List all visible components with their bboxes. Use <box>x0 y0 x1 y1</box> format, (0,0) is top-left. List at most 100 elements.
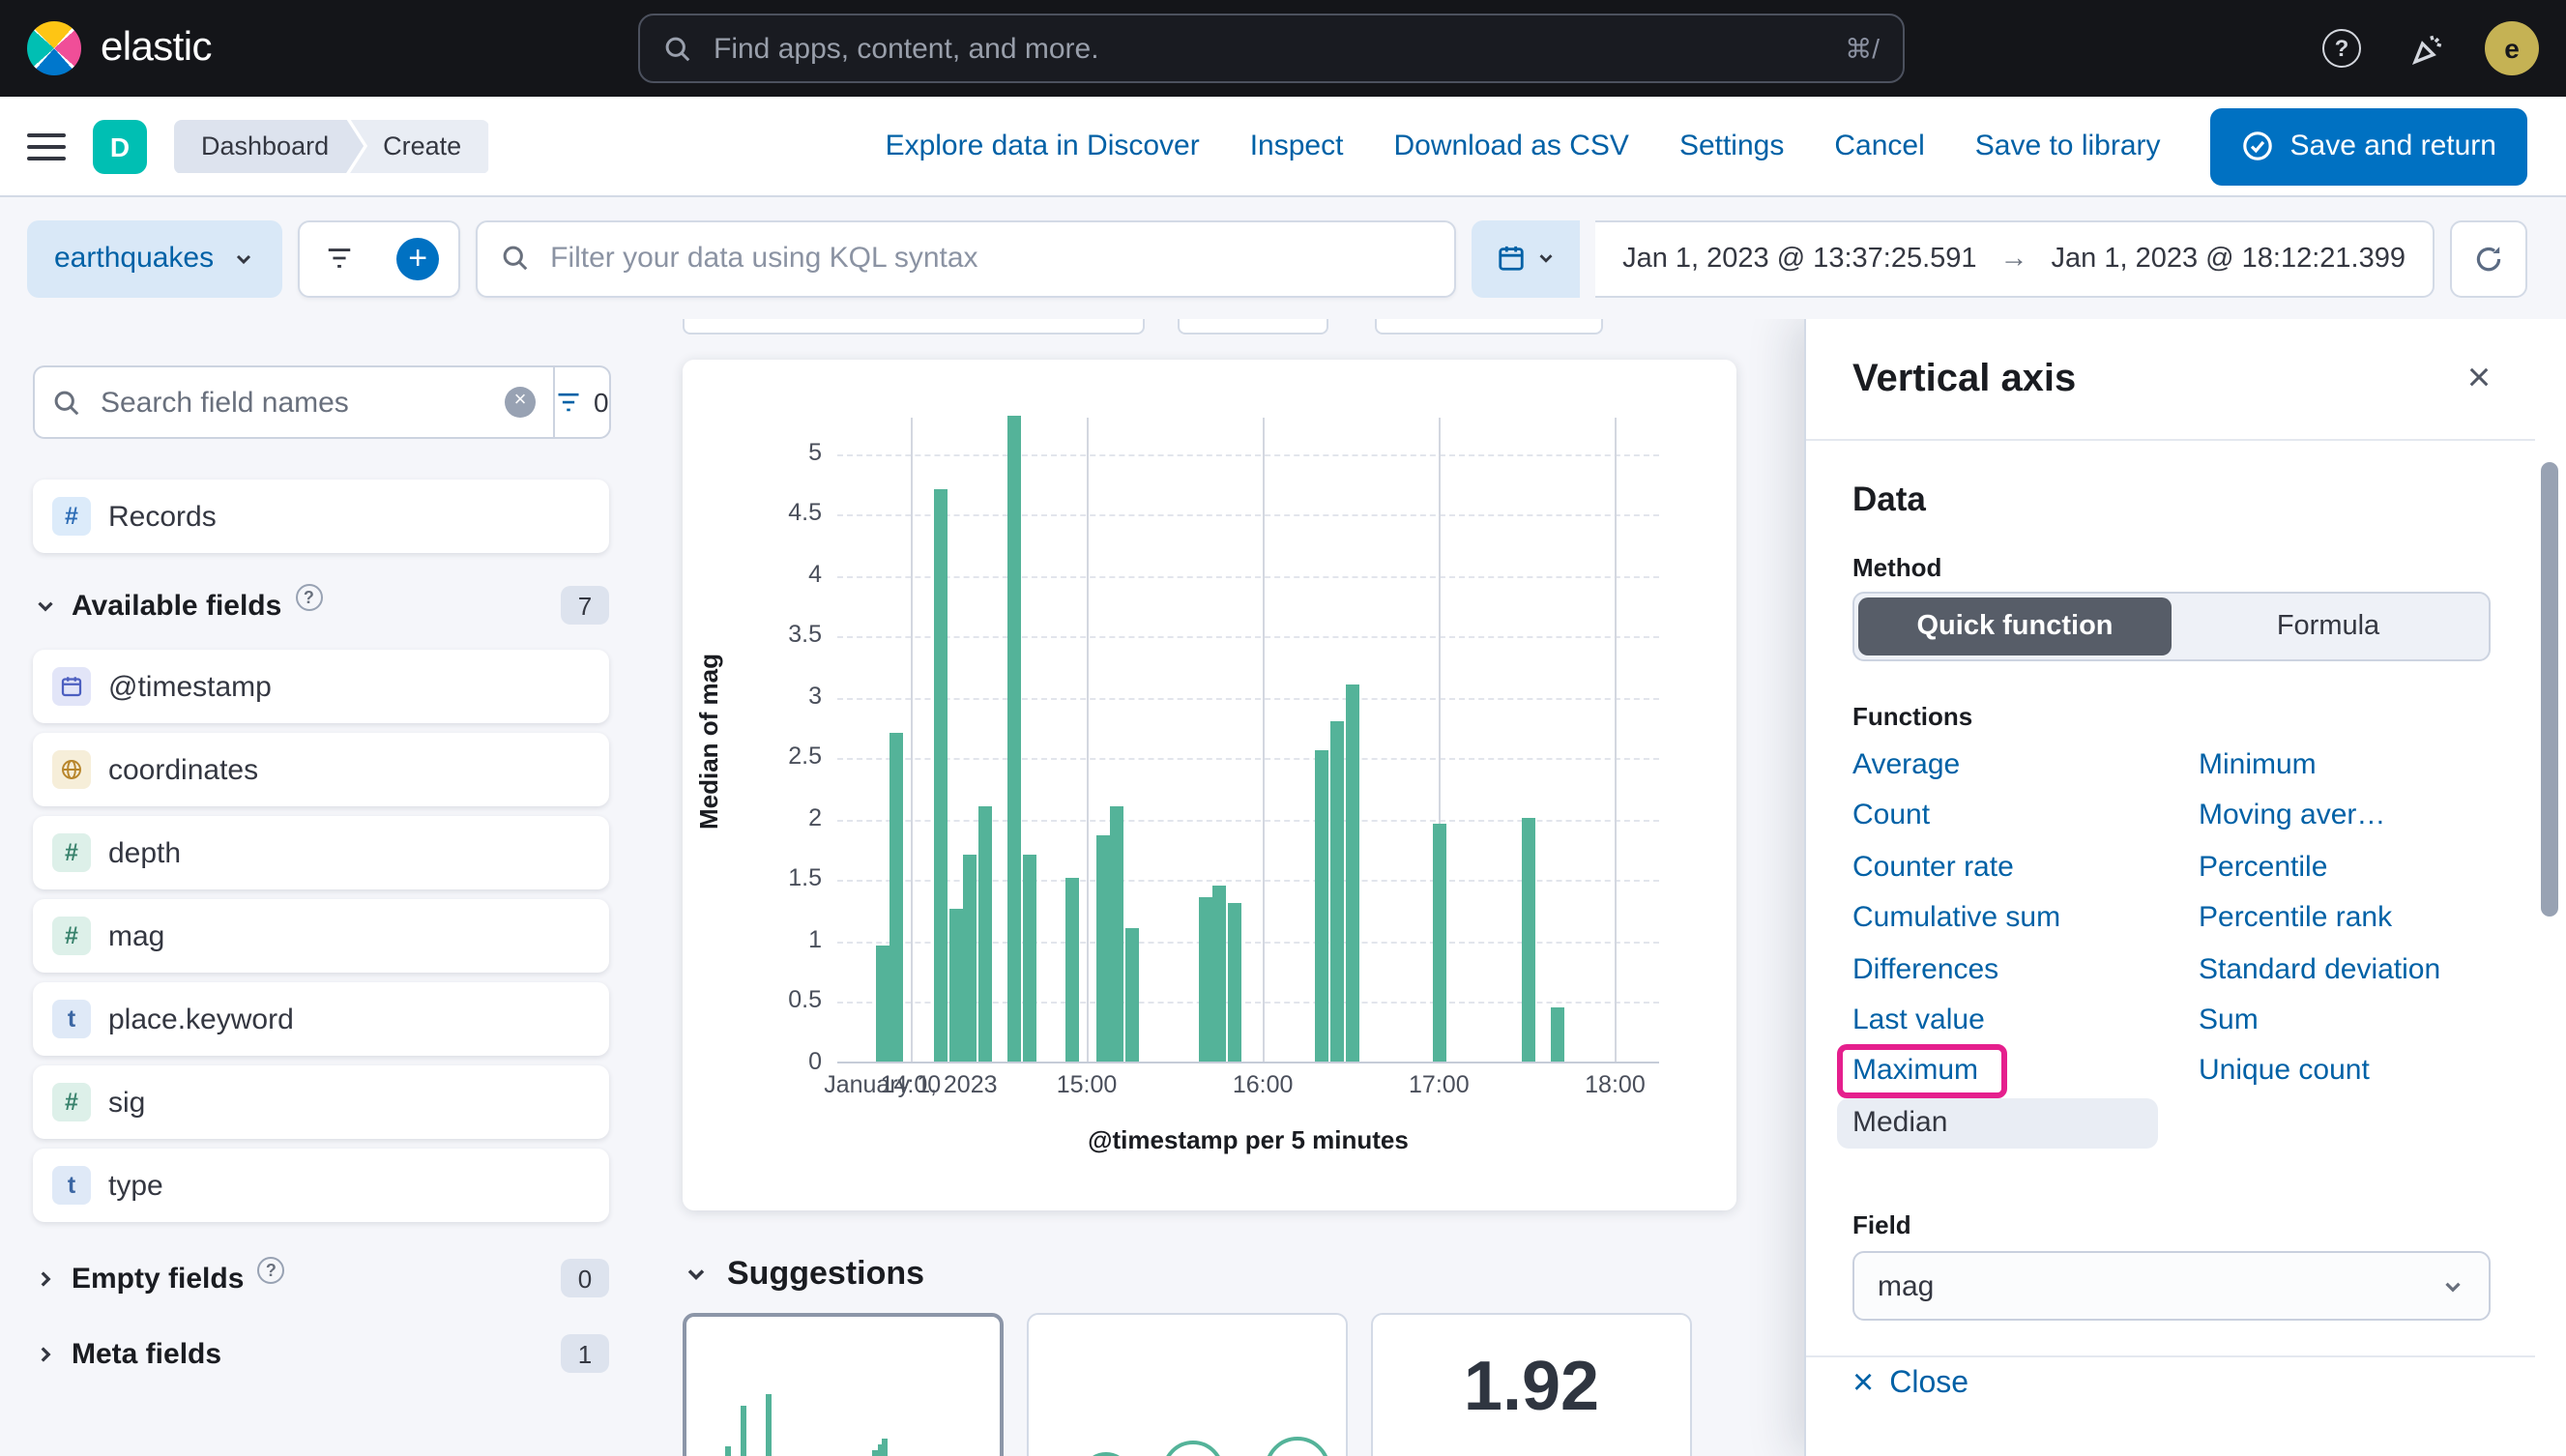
field-item-place.keyword[interactable]: t place.keyword <box>33 982 609 1056</box>
bar <box>1110 805 1124 1062</box>
function-link-counter-rate[interactable]: Counter rate <box>1837 843 2029 893</box>
scrollbar-thumb[interactable] <box>2541 462 2558 917</box>
function-link-unique-count[interactable]: Unique count <box>2183 1047 2385 1097</box>
space-badge[interactable]: D <box>93 119 147 173</box>
function-link-minimum[interactable]: Minimum <box>2183 741 2332 791</box>
field-item-type[interactable]: t type <box>33 1149 609 1222</box>
bar <box>1521 817 1535 1062</box>
menu-icon[interactable] <box>27 132 66 160</box>
dataview-picker[interactable]: earthquakes <box>27 219 282 297</box>
function-link-moving-aver-[interactable]: Moving aver… <box>2183 792 2401 842</box>
elastic-logo-icon <box>27 21 81 75</box>
refresh-button[interactable] <box>2450 219 2527 297</box>
appbar-link[interactable]: Cancel <box>1834 130 1924 162</box>
function-link-maximum[interactable]: Maximum <box>1837 1044 2008 1099</box>
function-link-median[interactable]: Median <box>1837 1097 2158 1149</box>
header-actions: ? e <box>2315 0 2539 97</box>
appbar-link[interactable]: Explore data in Discover <box>886 130 1200 162</box>
quick-function-tab[interactable]: Quick function <box>1858 597 2172 655</box>
number-field-icon: # <box>52 1083 91 1121</box>
brand[interactable]: elastic <box>27 21 212 75</box>
function-link-count[interactable]: Count <box>1837 792 1945 842</box>
suggestion-bubble-chart[interactable] <box>1027 1313 1348 1456</box>
function-link-differences[interactable]: Differences <box>1837 945 2014 995</box>
meta-fields-header[interactable]: Meta fields 1 <box>33 1334 609 1373</box>
suggestions-header[interactable]: Suggestions <box>683 1255 924 1294</box>
x-axis-label: @timestamp per 5 minutes <box>1088 1125 1409 1154</box>
appbar-link[interactable]: Save to library <box>1975 130 2161 162</box>
available-fields-count: 7 <box>561 586 609 625</box>
save-and-return-button[interactable]: Save and return <box>2210 107 2527 185</box>
chevron-down-icon <box>38 600 53 611</box>
field-item-sig[interactable]: # sig <box>33 1065 609 1139</box>
scrollbar-track[interactable] <box>2535 319 2566 1456</box>
close-icon: × <box>1852 1363 1875 1404</box>
flyout-title: Vertical axis <box>1852 358 2077 400</box>
function-link-percentile[interactable]: Percentile <box>2183 843 2343 893</box>
empty-fields-count: 0 <box>561 1259 609 1297</box>
field-search-input[interactable] <box>97 384 489 421</box>
keyboard-shortcut-hint: ⌘/ <box>1845 32 1880 63</box>
field-item-@timestamp[interactable]: @timestamp <box>33 650 609 723</box>
function-link-last-value[interactable]: Last value <box>1837 996 2000 1046</box>
bar-chart: Median of mag 0 0.5 1 1.5 2 2.5 3 3.5 4 4.5 5 14:0… <box>683 360 1736 1210</box>
field-sidebar: × 0 # Records Available fields ? 7 @time… <box>0 319 642 1456</box>
plot-area <box>837 416 1659 1063</box>
bar <box>1550 1006 1564 1062</box>
field-filter-button[interactable]: 0 <box>553 365 611 439</box>
y-tick-label: 4 <box>808 560 822 588</box>
question-icon: ? <box>257 1257 285 1284</box>
field-select-value: mag <box>1878 1269 1935 1302</box>
clear-icon[interactable]: × <box>505 387 536 418</box>
field-item-depth[interactable]: # depth <box>33 816 609 889</box>
date-range[interactable]: Jan 1, 2023 @ 13:37:25.591 → Jan 1, 2023… <box>1595 219 2435 297</box>
chevron-down-icon <box>236 253 250 264</box>
date-start[interactable]: Jan 1, 2023 @ 13:37:25.591 <box>1622 243 1976 274</box>
available-fields-header[interactable]: Available fields ? 7 <box>33 584 609 625</box>
breadcrumb-create[interactable]: Create <box>350 119 489 173</box>
close-flyout-button[interactable]: × Close <box>1852 1365 1968 1402</box>
field-search[interactable]: × <box>33 365 553 439</box>
gridline <box>837 819 1659 822</box>
whats-new-icon[interactable] <box>2400 21 2454 75</box>
filter-fields-icon[interactable] <box>299 221 378 295</box>
date-picker-button[interactable] <box>1472 219 1581 297</box>
field-item-mag[interactable]: # mag <box>33 899 609 973</box>
close-icon[interactable]: × <box>2450 350 2508 408</box>
appbar-link[interactable]: Settings <box>1679 130 1784 162</box>
appbar-link[interactable]: Download as CSV <box>1393 130 1628 162</box>
function-link-average[interactable]: Average <box>1837 741 1975 791</box>
appbar-link[interactable]: Inspect <box>1250 130 1344 162</box>
toolbar-clipped <box>1375 319 1603 335</box>
help-icon[interactable]: ? <box>2315 21 2369 75</box>
user-avatar[interactable]: e <box>2485 21 2539 75</box>
content-area: × 0 # Records Available fields ? 7 @time… <box>0 319 2566 1456</box>
y-tick-label: 1 <box>808 925 822 953</box>
bar <box>1212 885 1227 1062</box>
function-link-sum[interactable]: Sum <box>2183 996 2274 1046</box>
global-search-input[interactable] <box>710 30 1828 67</box>
function-link-percentile-rank[interactable]: Percentile rank <box>2183 893 2407 944</box>
kql-input[interactable] <box>546 240 1432 277</box>
records-field[interactable]: # Records <box>33 480 609 553</box>
suggestion-metric[interactable]: 1.92 <box>1371 1313 1692 1456</box>
empty-fields-header[interactable]: Empty fields ? 0 <box>33 1257 609 1297</box>
field-item-coordinates[interactable]: coordinates <box>33 733 609 806</box>
date-end[interactable]: Jan 1, 2023 @ 18:12:21.399 <box>2052 243 2406 274</box>
bar <box>1095 835 1110 1062</box>
formula-tab[interactable]: Formula <box>2172 597 2485 655</box>
breadcrumb-dashboard[interactable]: Dashboard <box>174 119 364 173</box>
kql-filter-input[interactable] <box>475 219 1457 297</box>
function-link-standard-deviation[interactable]: Standard deviation <box>2183 945 2456 995</box>
function-link-cumulative-sum[interactable]: Cumulative sum <box>1837 893 2076 944</box>
filter-icon <box>558 393 579 412</box>
query-bar: earthquakes + Jan 1, 2023 @ 13:37:25.591… <box>0 197 2566 319</box>
bar <box>977 805 992 1062</box>
add-filter-button[interactable]: + <box>378 221 457 295</box>
x-tick-label: 17:00 <box>1409 1071 1470 1098</box>
gridline <box>837 575 1659 578</box>
appbar-actions: Explore data in Discover Inspect Download … <box>886 107 2527 185</box>
suggestion-bar-chart[interactable] <box>683 1313 1004 1456</box>
global-search[interactable]: ⌘/ <box>638 14 1905 83</box>
field-select[interactable]: mag <box>1852 1251 2491 1321</box>
